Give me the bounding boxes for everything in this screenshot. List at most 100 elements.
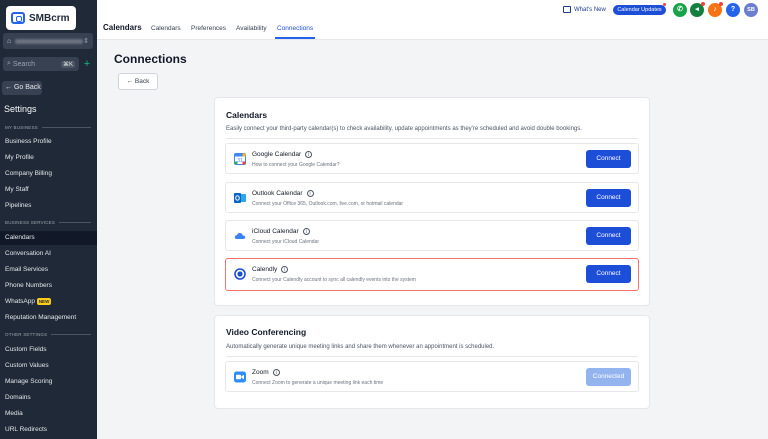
info-icon[interactable]: i — [306, 190, 314, 197]
row-name: Google Calendar — [252, 151, 302, 158]
sidebar-item-label: WhatsApp — [5, 298, 35, 305]
calendars-card-title: Calendars — [226, 110, 268, 120]
account-name — [15, 38, 84, 44]
page-title: Connections — [114, 52, 187, 66]
chevron-updown-icon: ⇕ — [83, 38, 89, 45]
back-button[interactable]: ← Back — [118, 73, 158, 90]
sidebar-item-business-profile[interactable]: Business Profile — [0, 135, 97, 149]
help-button[interactable]: ? — [726, 3, 740, 17]
sidebar-item-url-redirects[interactable]: URL Redirects — [0, 423, 97, 437]
calendars-card-subtitle: Easily connect your third-party calendar… — [226, 126, 582, 132]
whats-new-link[interactable]: What's New — [563, 6, 606, 13]
bell-icon: ♪ — [713, 6, 717, 13]
row-description: Connect Zoom to generate a unique meetin… — [252, 380, 384, 386]
tab-availability[interactable]: Availability — [236, 25, 267, 32]
section-title: Calendars — [103, 23, 142, 32]
connect-icloud-button[interactable]: Connect — [586, 227, 631, 245]
notifications-button[interactable]: ♪ — [708, 2, 723, 17]
connect-outlook-button[interactable]: Connect — [586, 189, 631, 207]
home-icon: ⌂ — [7, 37, 12, 45]
sidebar-item-conversation-ai[interactable]: Conversation AI — [0, 247, 97, 261]
row-description: Connect your Calendly account to sync al… — [252, 277, 416, 283]
row-title: Zoom i — [252, 369, 280, 376]
whats-new-label: What's New — [574, 6, 606, 13]
phone-button[interactable]: ✆ — [673, 3, 687, 17]
zoom-icon — [234, 371, 246, 383]
video-conferencing-card: Video Conferencing Automatically generat… — [214, 315, 650, 409]
divider — [226, 356, 638, 357]
user-avatar[interactable]: SB — [744, 3, 758, 17]
row-name: Calendly — [252, 266, 278, 273]
row-name: Outlook Calendar — [252, 190, 303, 197]
go-back-label: Go Back — [13, 84, 41, 91]
info-icon[interactable]: i — [302, 228, 310, 235]
top-bar: Calendars Calendars Preferences Availabi… — [97, 0, 768, 40]
svg-text:31: 31 — [237, 158, 243, 164]
outlook-icon — [234, 193, 246, 203]
tab-preferences[interactable]: Preferences — [191, 25, 226, 32]
calendars-card: Calendars Easily connect your third-part… — [214, 97, 650, 306]
connect-calendly-button[interactable]: Connect — [586, 265, 631, 283]
shortcut-badge: ⌘K — [60, 60, 75, 68]
row-name: iCloud Calendar — [252, 228, 299, 235]
sidebar-item-custom-fields[interactable]: Custom Fields — [0, 343, 97, 357]
calendar-updates-button[interactable]: Calendar Updates — [613, 5, 666, 15]
connection-row-zoom: Zoom i Connect Zoom to generate a unique … — [225, 361, 639, 392]
account-switcher[interactable]: ⌂ ⇕ — [3, 33, 93, 49]
section-label: OTHER SETTINGS — [5, 332, 48, 337]
info-icon[interactable]: i — [281, 266, 289, 273]
sidebar-item-my-staff[interactable]: My Staff — [0, 183, 97, 197]
zoom-connected-button[interactable]: Connected — [586, 368, 631, 386]
row-title: Calendly i — [252, 266, 289, 273]
plus-icon[interactable]: + — [81, 57, 93, 71]
phone-icon: ✆ — [677, 6, 683, 13]
sidebar-item-manage-scoring[interactable]: Manage Scoring — [0, 375, 97, 389]
go-back-button[interactable]: ← Go Back — [2, 81, 42, 95]
sidebar-item-domains[interactable]: Domains — [0, 391, 97, 405]
sidebar: SMBcrm ⌂ ⇕ ⌕ Search ⌘K + ← Go Back Setti… — [0, 0, 97, 439]
section-business-services: BUSINESS SERVICES — [5, 220, 91, 225]
notification-dot — [663, 3, 666, 6]
google-calendar-icon: 31 — [234, 153, 246, 165]
row-description: Connect your iCloud Calendar — [252, 239, 319, 245]
row-title: iCloud Calendar i — [252, 228, 310, 235]
sidebar-item-my-profile[interactable]: My Profile — [0, 151, 97, 165]
sidebar-item-custom-values[interactable]: Custom Values — [0, 359, 97, 373]
row-name: Zoom — [252, 369, 269, 376]
sidebar-item-whatsapp[interactable]: WhatsApp NEW — [0, 295, 97, 309]
sidebar-item-media[interactable]: Media — [0, 407, 97, 421]
info-icon[interactable]: i — [272, 369, 280, 376]
row-title: Google Calendar i — [252, 151, 313, 158]
row-description: How to connect your Google Calendar? — [252, 162, 340, 168]
sidebar-item-company-billing[interactable]: Company Billing — [0, 167, 97, 181]
section-label: BUSINESS SERVICES — [5, 220, 56, 225]
tab-calendars[interactable]: Calendars — [151, 25, 181, 32]
gift-icon — [563, 6, 571, 13]
sidebar-item-pipelines[interactable]: Pipelines — [0, 199, 97, 213]
divider — [226, 138, 638, 139]
connection-row-icloud: iCloud Calendar i Connect your iCloud Cal… — [225, 220, 639, 251]
info-icon[interactable]: i — [305, 151, 313, 158]
sidebar-item-phone-numbers[interactable]: Phone Numbers — [0, 279, 97, 293]
back-label: Back — [134, 78, 150, 85]
video-card-subtitle: Automatically generate unique meeting li… — [226, 344, 495, 350]
help-icon: ? — [730, 6, 736, 13]
sidebar-item-calendars[interactable]: Calendars — [0, 231, 97, 245]
search-input[interactable]: ⌕ Search ⌘K — [3, 57, 79, 71]
announcements-button[interactable]: ◂ — [690, 2, 705, 17]
section-my-business: MY BUSINESS — [5, 125, 91, 130]
section-other-settings: OTHER SETTINGS — [5, 332, 91, 337]
logo-icon — [11, 12, 25, 24]
connect-google-button[interactable]: Connect — [586, 150, 631, 168]
sidebar-item-email-services[interactable]: Email Services — [0, 263, 97, 277]
icloud-icon — [234, 232, 246, 239]
tab-connections[interactable]: Connections — [277, 25, 313, 32]
new-badge: NEW — [36, 297, 52, 305]
connection-row-calendly: Calendly i Connect your Calendly account … — [225, 258, 639, 291]
logo-text: SMBcrm — [29, 12, 70, 24]
megaphone-icon: ◂ — [695, 6, 699, 13]
settings-title: Settings — [4, 104, 37, 114]
app-logo[interactable]: SMBcrm — [6, 6, 76, 30]
sidebar-item-reputation-management[interactable]: Reputation Management — [0, 311, 97, 325]
calendly-icon — [234, 268, 246, 280]
